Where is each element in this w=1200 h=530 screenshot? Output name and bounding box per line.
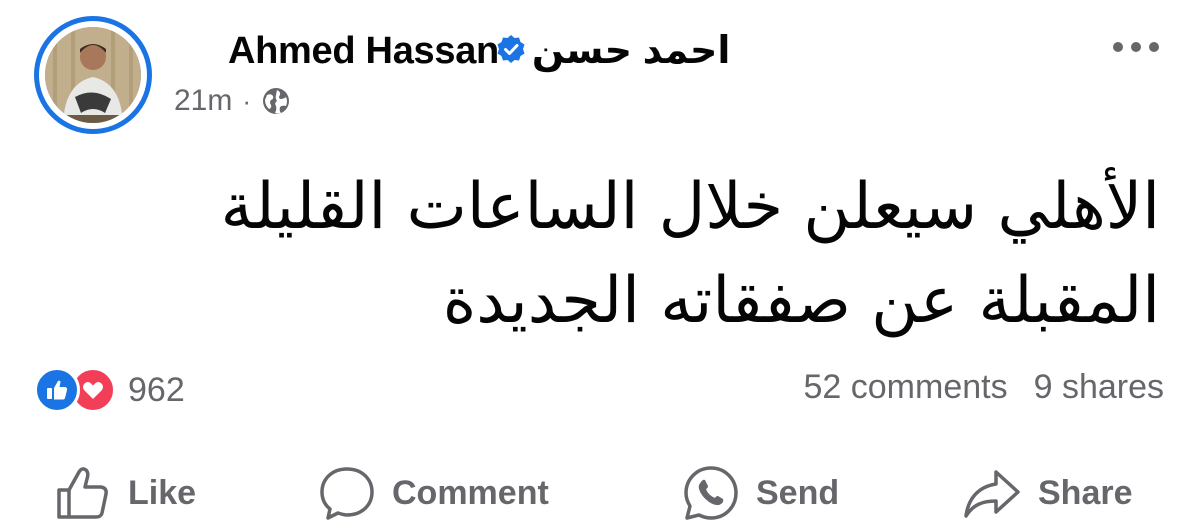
- shares-count[interactable]: 9 shares: [1034, 368, 1164, 407]
- more-dot-icon: [1149, 42, 1159, 52]
- reaction-count: 962: [128, 370, 185, 409]
- more-options-button[interactable]: [1106, 30, 1166, 64]
- heart-icon: [83, 382, 103, 399]
- share-button[interactable]: Share: [962, 460, 1133, 526]
- post-text: الأهلي سيعلن خلال الساعات القليلة المقبل…: [220, 170, 1160, 338]
- avatar-photo: [45, 27, 141, 123]
- author-line: Ahmed Hassan - احمد حسن: [228, 26, 731, 74]
- thumbs-up-icon: [47, 380, 68, 400]
- author-name[interactable]: Ahmed Hassan - احمد حسن: [228, 28, 731, 73]
- comment-bubble-icon: [320, 467, 374, 520]
- like-button[interactable]: Like: [54, 460, 196, 526]
- reaction-summary[interactable]: 962: [34, 364, 185, 416]
- post-meta: 21m ·: [174, 84, 291, 118]
- action-bar: Like Comment Send Share: [0, 460, 1200, 526]
- comments-count[interactable]: 52 comments: [804, 368, 1008, 407]
- thumbs-up-outline-icon: [57, 467, 108, 519]
- avatar-story-ring[interactable]: [34, 16, 152, 134]
- comment-label: Comment: [392, 473, 549, 512]
- post-header: Ahmed Hassan - احمد حسن 21m ·: [0, 0, 1200, 140]
- more-dot-icon: [1131, 42, 1141, 52]
- like-label: Like: [128, 473, 197, 512]
- verified-badge-icon: [497, 35, 525, 63]
- share-arrow-icon: [964, 470, 1020, 518]
- like-reaction-icon: [34, 367, 80, 413]
- send-label: Send: [756, 473, 840, 512]
- globe-icon[interactable]: [261, 86, 291, 116]
- share-label: Share: [1038, 473, 1133, 512]
- engagement-stats: 52 comments 9 shares: [804, 368, 1165, 407]
- meta-separator: ·: [242, 85, 252, 116]
- comment-button[interactable]: Comment: [318, 460, 549, 526]
- post-time[interactable]: 21m: [174, 84, 232, 118]
- whatsapp-icon: [684, 466, 738, 520]
- send-button[interactable]: Send: [682, 460, 839, 526]
- more-dot-icon: [1113, 42, 1123, 52]
- avatar[interactable]: [45, 27, 141, 123]
